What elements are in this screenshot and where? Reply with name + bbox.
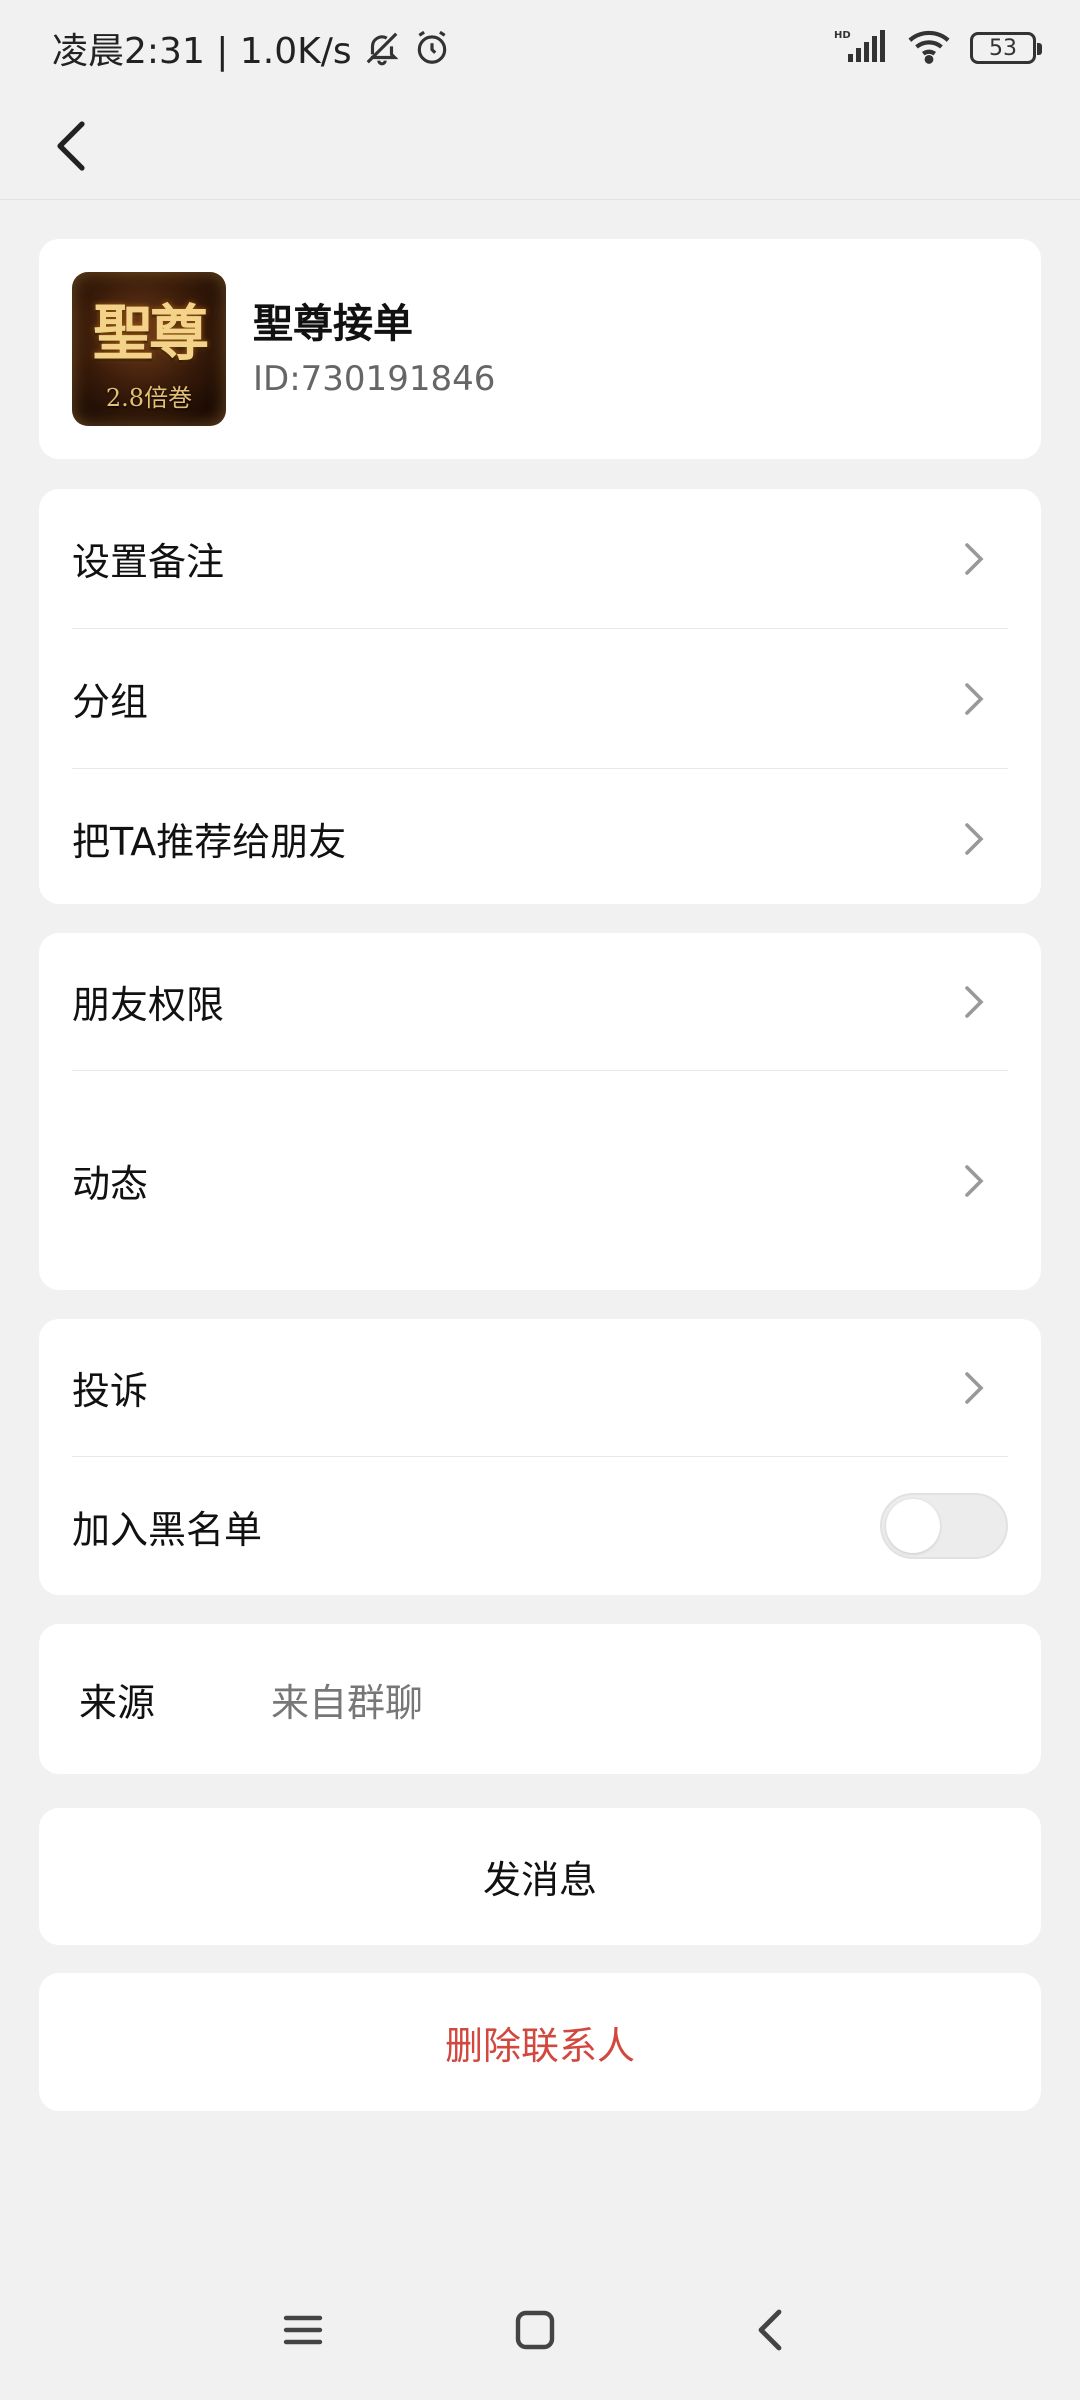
status-time: 凌晨2:31 | 1.0K/s (52, 31, 352, 72)
alarm-icon (412, 28, 452, 68)
top-bar (0, 96, 1080, 200)
menu-icon[interactable] (273, 2300, 333, 2360)
back-icon[interactable] (740, 2300, 800, 2360)
profile-name: 聖尊接单 (253, 301, 413, 347)
wifi-icon (906, 28, 952, 68)
chevron-right-icon (959, 819, 989, 859)
source-value: 来自群聊 (271, 1680, 424, 1725)
chevron-right-icon (959, 1161, 989, 1201)
battery-icon: 53 (970, 32, 1042, 64)
signal-hd-label: HD (834, 30, 851, 41)
delete-contact-button[interactable]: 删除联系人 (39, 1973, 1041, 2111)
recommend-label: 把TA推荐给朋友 (72, 820, 347, 864)
friend-permission-label: 朋友权限 (72, 983, 225, 1027)
bell-off-icon (362, 28, 402, 68)
moments-row[interactable]: 动态 (39, 1071, 1041, 1290)
toggle-knob (886, 1499, 940, 1553)
chevron-right-icon (959, 1368, 989, 1408)
avatar-text: 聖尊 (93, 299, 209, 369)
navigation-bar (0, 2280, 1080, 2380)
signal-icon: HD (834, 28, 888, 68)
avatar-subtext: 2.8倍巻 (105, 384, 193, 412)
back-button[interactable] (40, 114, 104, 178)
send-message-button[interactable]: 发消息 (39, 1808, 1041, 1945)
delete-contact-label: 删除联系人 (444, 2023, 635, 2068)
blacklist-label: 加入黑名单 (72, 1507, 263, 1552)
set-remark-label: 设置备注 (72, 540, 225, 584)
chevron-right-icon (959, 539, 989, 579)
set-remark-row[interactable]: 设置备注 (39, 489, 1041, 628)
group-label: 分组 (72, 680, 149, 724)
avatar[interactable]: 聖尊 2.8倍巻 (72, 272, 226, 426)
status-bar: 凌晨2:31 | 1.0K/s HD 53 (0, 0, 1080, 96)
group-row[interactable]: 分组 (39, 629, 1041, 768)
profile-id: ID:730191846 (253, 359, 496, 399)
complaint-label: 投诉 (72, 1369, 149, 1413)
blacklist-toggle[interactable] (880, 1493, 1008, 1559)
send-message-label: 发消息 (482, 1858, 597, 1902)
home-icon[interactable] (505, 2300, 565, 2360)
settings-group-3: 投诉 加入黑名单 (39, 1319, 1041, 1595)
complaint-row[interactable]: 投诉 (39, 1319, 1041, 1456)
battery-level: 53 (989, 35, 1017, 61)
back-arrow-icon (57, 121, 85, 171)
blacklist-row: 加入黑名单 (39, 1457, 1041, 1595)
chevron-right-icon (959, 982, 989, 1022)
status-right: HD 53 (834, 28, 1042, 68)
status-left: 凌晨2:31 | 1.0K/s (52, 22, 452, 74)
source-card: 来源 来自群聊 (39, 1624, 1041, 1774)
moments-label: 动态 (72, 1162, 149, 1206)
recommend-row[interactable]: 把TA推荐给朋友 (39, 769, 1041, 908)
settings-group-1: 设置备注 分组 把TA推荐给朋友 (39, 489, 1041, 904)
profile-card[interactable]: 聖尊 2.8倍巻 聖尊接单 ID:730191846 (39, 239, 1041, 459)
source-label: 来源 (79, 1680, 156, 1725)
friend-permission-row[interactable]: 朋友权限 (39, 933, 1041, 1070)
settings-group-2: 朋友权限 动态 (39, 933, 1041, 1290)
chevron-right-icon (959, 679, 989, 719)
